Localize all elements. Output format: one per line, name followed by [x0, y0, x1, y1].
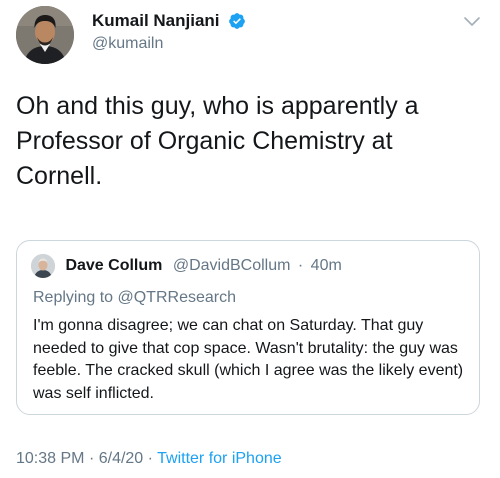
tweet-text: Oh and this guy, who is apparently a Pro…	[16, 92, 419, 190]
quoted-tweet-time: 40m	[310, 257, 342, 274]
author-handle[interactable]: @kumailn	[92, 33, 246, 55]
author-display-name[interactable]: Kumail Nanjiani	[92, 10, 220, 32]
quoted-tweet-card[interactable]: Dave Collum @DavidBCollum · 40m Replying…	[16, 240, 480, 415]
quoted-tweet-text: I'm gonna disagree; we can chat on Satur…	[33, 317, 464, 402]
meta-separator-1: ·	[88, 450, 95, 467]
author-name-block: Kumail Nanjiani @kumailn	[92, 10, 246, 55]
quoted-author-handle: @DavidBCollum	[172, 257, 291, 274]
tweet-source-link[interactable]: Twitter for iPhone	[157, 450, 282, 467]
verified-badge-icon	[228, 12, 246, 30]
author-avatar[interactable]	[16, 6, 74, 64]
tweet-header: Kumail Nanjiani @kumailn	[16, 6, 486, 66]
quoted-author-avatar	[31, 254, 55, 278]
tweet: Kumail Nanjiani @kumailn Oh and this guy…	[0, 0, 500, 478]
meta-separator-2: ·	[147, 450, 153, 467]
quoted-author-display-name: Dave Collum	[65, 257, 163, 274]
tweet-date[interactable]: 6/4/20	[99, 450, 143, 467]
quoted-tweet-header: Dave Collum @DavidBCollum · 40m	[31, 254, 342, 278]
replying-to-label: Replying to @QTRResearch	[33, 289, 236, 306]
tweet-time[interactable]: 10:38 PM	[16, 450, 84, 467]
chevron-down-icon[interactable]	[462, 12, 482, 32]
quoted-time-separator: ·	[297, 257, 304, 274]
tweet-meta: 10:38 PM · 6/4/20 · Twitter for iPhone	[16, 450, 282, 468]
